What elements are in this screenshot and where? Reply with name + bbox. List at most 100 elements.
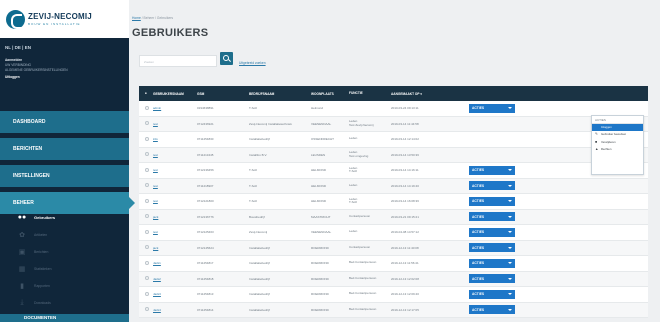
header-gsm[interactable]: GSM [197,92,249,96]
cell-function: Contactpersoon [349,244,371,249]
select-all-checkbox[interactable]: • [139,91,149,97]
header-bedrijfsnaam[interactable]: BEDRIJFSNAAM [249,92,311,96]
row-checkbox[interactable] [139,260,149,266]
cell-gsm: 0711218907 [197,183,214,188]
cell-username[interactable]: Jack3 [149,292,197,296]
table-body: admin 0194638891 T-Soft Helmond 2010-03-24 0… [139,101,648,318]
cell-username[interactable]: test [149,168,197,172]
cell-function: Bed.Contactpersoon [349,260,377,265]
logo[interactable]: ZEVIJ-NECOMIJ BOUW EN INSTALLATIE [0,0,129,38]
cell-username[interactable]: jack [149,246,197,250]
row-checkbox[interactable] [139,214,149,219]
nav-dashboard[interactable]: DASHBOARD [0,111,129,133]
cell-gsm: 0711254817 [197,261,214,266]
language-switcher[interactable]: NL | DE | EN [0,38,129,58]
table-row: test 0711213445 Installfox B.V. LEUSDEN Lede… [139,147,648,163]
breadcrumb-home[interactable]: Home [132,16,141,20]
cell-username[interactable]: test [149,230,197,234]
subnav-gebruikers[interactable]: ●● Gebruikers [0,209,129,226]
cell-gsm: 0194638891 [197,106,214,111]
dropdown-item-label: Rechten [601,147,612,152]
row-checkbox[interactable] [139,307,149,312]
puzzle-icon: ✿ [19,231,25,239]
cell-username[interactable]: Jack2 [149,277,197,281]
row-checkbox[interactable] [139,121,149,126]
cell-created-at: 2019-03-21 09:15:21 [391,214,419,219]
subnav-artikelen[interactable]: ✿ Artikelen [0,226,129,243]
actions-button[interactable]: ACTIES [469,305,515,315]
actions-button[interactable]: ACTIES [469,243,515,253]
cell-actions: ACTIES [454,258,515,268]
subnav-rapporten[interactable]: ▮ Rapporten [0,277,129,294]
cell-function: Contactpersoon [349,213,371,218]
cell-username[interactable]: Jack4 [149,308,197,312]
header-woonplaats[interactable]: WOONPLAATS [311,92,349,96]
subnav-label: Rapporten [34,283,50,288]
cell-function: Leden T-Soft [349,165,358,174]
header-date-label: AANGEMAAKT OP [391,91,420,96]
actions-button-label: ACTIES [472,276,485,281]
cell-actions: ACTIES [454,305,515,315]
cell-username[interactable]: test [149,184,197,188]
cell-username[interactable]: test [149,153,197,157]
actions-button[interactable]: ACTIES [469,103,515,113]
search-input[interactable]: Zoeken [139,55,217,67]
cell-function: Leden [349,182,358,187]
cell-username[interactable]: admin [149,106,197,110]
cell-gsm: 0711254818 [197,276,214,281]
actions-button[interactable]: ACTIES [469,165,515,175]
nav-instellingen[interactable]: INSTELLINGEN [0,165,129,187]
cell-username[interactable]: Jack1 [149,261,197,265]
actions-button[interactable]: ACTIES [469,227,515,237]
nav-documenten[interactable]: DOCUMENTEN [0,314,129,322]
row-checkbox[interactable] [139,229,149,235]
dropdown-item-rechten[interactable]: ▲ Rechten [592,146,643,153]
nav-berichten[interactable]: BERICHTEN [0,138,129,160]
cell-company-name: T-Soft [249,183,258,188]
cell-gsm: 0711254814 [197,307,214,312]
row-checkbox[interactable] [139,152,149,157]
header-gebruikersnaam[interactable]: GEBRUIKERSNAAM [149,92,197,96]
row-checkbox[interactable] [139,136,149,142]
cell-gsm: 0711254830 [197,137,214,142]
header-functie[interactable]: FUNCTIE [349,91,391,96]
subnav-statistieken[interactable]: ▦ Statistieken [0,260,129,277]
subnav-berichten[interactable]: ▣ Berichten [0,243,129,260]
dropdown-item-edit[interactable]: ✎ Gebruiker bewerken [592,131,643,138]
logout-link[interactable]: Uitloggen [5,75,124,80]
main-nav: DASHBOARD BERICHTEN INSTELLINGEN BEHEER [0,111,135,219]
cell-username[interactable]: info [149,137,197,141]
chevron-down-icon [508,184,512,187]
row-checkbox[interactable] [139,245,149,250]
row-checkbox[interactable] [139,183,149,188]
row-checkbox[interactable] [139,105,149,111]
dropdown-item-delete[interactable]: ■ Verwijderen [592,139,643,146]
document-icon: ▣ [18,248,26,256]
sub-nav: ●● Gebruikers ✿ Artikelen ▣ Berichten ▦ … [0,209,129,311]
cell-username[interactable]: test [149,199,197,203]
actions-button[interactable]: ACTIES [469,196,515,206]
row-checkbox[interactable] [139,276,149,281]
user-line-2[interactable]: ALGEMENE GEBRUIKERSINSTELLINGEN [5,68,124,73]
search-button[interactable] [220,52,233,65]
row-checkbox[interactable] [139,291,149,297]
advanced-search-link[interactable]: Uitgebreid zoeken [239,61,266,65]
subnav-label: Gebruikers [34,215,56,220]
cell-city: VEENENDAAL [311,121,332,126]
cell-username[interactable]: test [149,122,197,126]
dropdown-item-inloggen[interactable]: Inloggen [592,124,643,132]
actions-button[interactable]: ACTIES [469,258,515,268]
actions-button[interactable]: ACTIES [469,181,515,191]
cell-username[interactable]: jack [149,215,197,219]
actions-button[interactable]: ACTIES [469,274,515,284]
row-checkbox[interactable] [139,198,149,204]
table-row: Jack2 0711254818 Installatiebedrijf ROERMON… [139,271,648,287]
actions-button-label: ACTIES [472,106,485,111]
row-checkbox[interactable] [139,167,149,173]
subnav-downloads[interactable]: ⤓ Downloads [0,294,129,311]
actions-button[interactable]: ACTIES [469,212,515,222]
actions-button[interactable]: ACTIES [469,289,515,299]
cell-created-at: 2010-03-24 09:13:11 [391,106,419,111]
header-aangemaakt-op[interactable]: AANGEMAAKT OP ▾ [391,92,454,96]
logo-name: ZEVIJ-NECOMIJ [28,12,92,21]
